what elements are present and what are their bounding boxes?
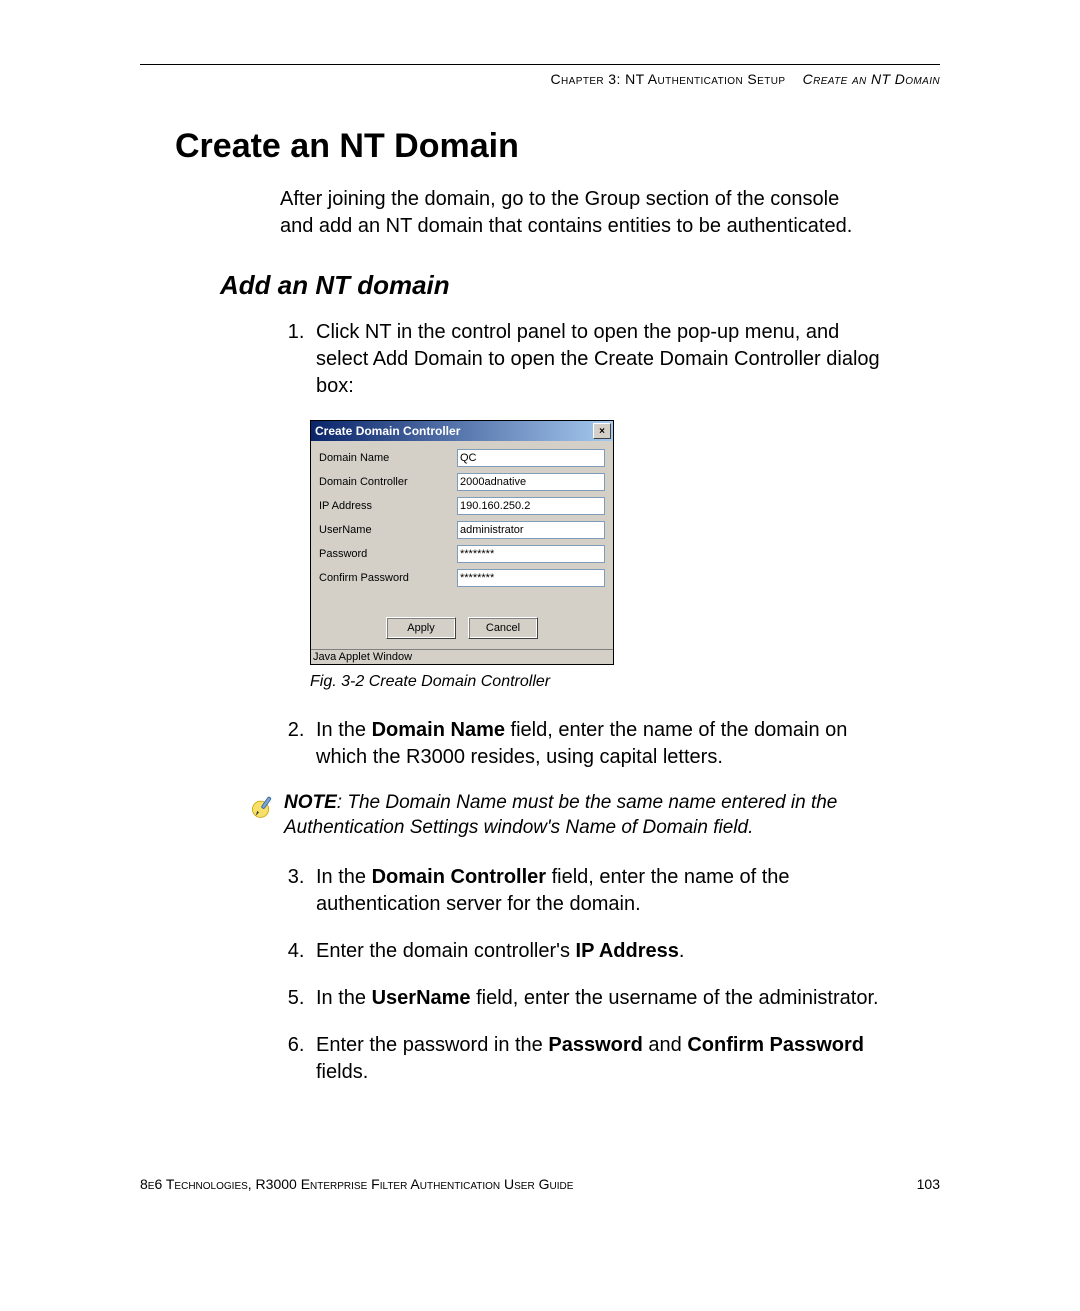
step-4: Enter the domain controller's IP Address… — [310, 938, 890, 965]
footer-text: 8e6 Technologies, R3000 Enterprise Filte… — [140, 1176, 573, 1192]
page-number: 103 — [917, 1176, 940, 1192]
label-username: UserName — [319, 524, 457, 536]
label-domain-controller: Domain Controller — [319, 476, 457, 488]
dialog-title: Create Domain Controller — [315, 424, 460, 438]
apply-button[interactable]: Apply — [386, 617, 456, 639]
close-icon[interactable]: × — [593, 423, 611, 439]
step-list-3: In the Domain Controller field, enter th… — [280, 864, 890, 1086]
step-list-2: In the Domain Name field, enter the name… — [280, 717, 890, 771]
label-password: Password — [319, 548, 457, 560]
step-3: In the Domain Controller field, enter th… — [310, 864, 890, 918]
note-block: NOTE: The Domain Name must be the same n… — [250, 791, 870, 840]
note-text: NOTE: The Domain Name must be the same n… — [284, 791, 870, 840]
domain-name-field[interactable] — [457, 449, 605, 467]
step-1: Click NT in the control panel to open th… — [310, 319, 890, 400]
confirm-password-field[interactable] — [457, 569, 605, 587]
label-confirm-password: Confirm Password — [319, 572, 457, 584]
step-6: Enter the password in the Password and C… — [310, 1032, 890, 1086]
dialog-body: Domain Name Domain Controller IP Address… — [311, 441, 613, 649]
dialog-figure: Create Domain Controller × Domain Name D… — [310, 420, 940, 665]
dialog-statusbar: Java Applet Window — [311, 649, 613, 664]
note-label: NOTE — [284, 792, 337, 813]
page-title: Create an NT Domain — [175, 127, 940, 166]
step-5: In the UserName field, enter the usernam… — [310, 985, 890, 1012]
create-domain-dialog: Create Domain Controller × Domain Name D… — [310, 420, 614, 665]
document-page: Chapter 3: NT Authentication Setup Creat… — [0, 0, 1080, 1252]
intro-paragraph: After joining the domain, go to the Grou… — [280, 186, 860, 240]
password-field[interactable] — [457, 545, 605, 563]
figure-caption: Fig. 3-2 Create Domain Controller — [310, 673, 940, 691]
dialog-button-row: Apply Cancel — [319, 617, 605, 639]
dialog-titlebar: Create Domain Controller × — [311, 421, 613, 441]
cancel-button[interactable]: Cancel — [468, 617, 538, 639]
step-2: In the Domain Name field, enter the name… — [310, 717, 890, 771]
username-field[interactable] — [457, 521, 605, 539]
subsection-title: Add an NT domain — [220, 270, 940, 301]
page-footer: 8e6 Technologies, R3000 Enterprise Filte… — [140, 1176, 940, 1192]
header-section: Create an NT Domain — [803, 71, 940, 87]
header-chapter: Chapter 3: NT Authentication Setup — [551, 71, 786, 87]
note-icon — [250, 793, 276, 819]
header-rule — [140, 64, 940, 65]
page-header: Chapter 3: NT Authentication Setup Creat… — [140, 71, 940, 87]
label-ip-address: IP Address — [319, 500, 457, 512]
label-domain-name: Domain Name — [319, 452, 457, 464]
ip-address-field[interactable] — [457, 497, 605, 515]
domain-controller-field[interactable] — [457, 473, 605, 491]
step-list: Click NT in the control panel to open th… — [280, 319, 890, 400]
